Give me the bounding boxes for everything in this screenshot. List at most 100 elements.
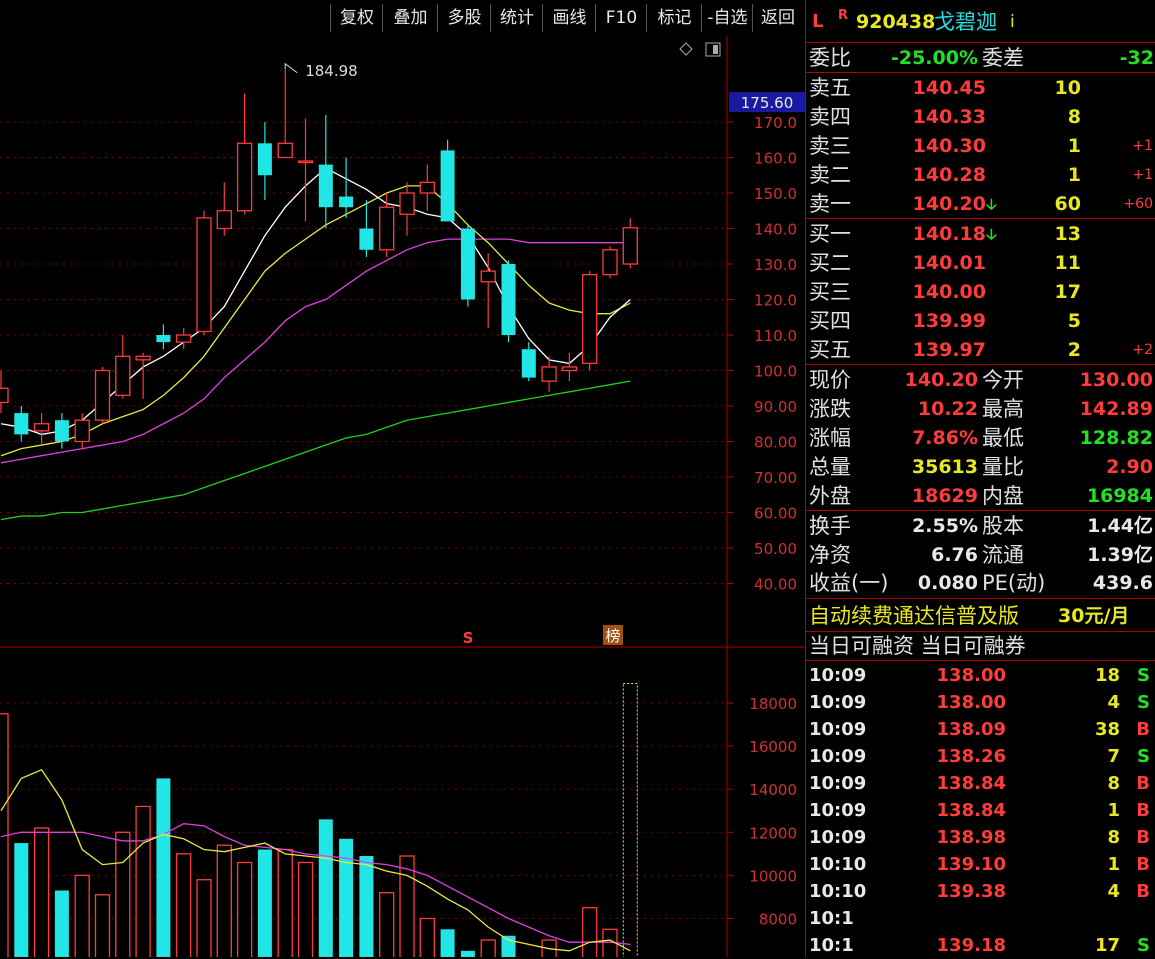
volume-bar[interactable] [196,879,212,957]
volume-bar[interactable] [74,874,90,957]
volume-bar[interactable] [480,939,496,957]
volume-bar[interactable] [94,894,111,957]
weibi-label: 委比 [809,46,851,70]
level-volume: 1 [1067,164,1081,186]
stock-name[interactable]: 戈碧迦 [934,8,997,36]
stat-value: 2.90 [1106,456,1153,478]
tick-time: 10:09 [809,692,867,713]
bid-level-row[interactable]: 买一 140.18 🡣 13 [806,220,1155,248]
candle[interactable] [419,164,435,211]
tick-row: 10:09 138.09 38 B [806,716,1155,743]
candle[interactable] [318,114,333,229]
candle[interactable] [561,352,578,382]
stat-label: 今开 [982,368,1024,392]
candle[interactable] [582,271,598,371]
candle[interactable] [541,356,557,392]
y-tick-label: 18000 [749,695,797,713]
candle[interactable] [196,210,212,335]
volume-bar[interactable] [582,907,598,957]
candle[interactable] [257,122,272,201]
volume-bar[interactable] [339,838,354,957]
toolbar-button[interactable]: 统计 [490,4,543,32]
bid-level-row[interactable]: 买五 139.97 2 +2 [806,336,1155,364]
toolbar-button[interactable]: 标记 [646,4,702,32]
candle[interactable] [216,182,232,236]
fundamental-label: PE(动) [982,571,1046,595]
bid-level-row[interactable]: 买三 140.00 17 [806,278,1155,306]
candle[interactable] [74,413,90,449]
ask-level-row[interactable]: 卖三 140.30 1 +1 [806,132,1155,160]
promo-banner[interactable]: 自动续费通达信普及版 30元/月 [806,601,1155,631]
candle[interactable] [480,253,496,328]
info-icon[interactable]: i [1010,8,1015,36]
volume-bar[interactable] [297,861,314,957]
toolbar-button[interactable]: 叠加 [382,4,438,32]
candle[interactable] [94,366,111,424]
toolbar-button[interactable]: 画线 [542,4,596,32]
candle[interactable] [14,406,29,442]
volume-bar[interactable] [440,929,455,957]
bid-level-row[interactable]: 买四 139.99 5 [806,307,1155,335]
volume-bar[interactable] [156,778,171,957]
candle[interactable] [115,335,131,399]
toolbar-button[interactable]: F10 [595,4,647,32]
volume-bar[interactable] [622,682,638,957]
diamond-icon[interactable] [679,42,693,56]
bid-level-row[interactable]: 买二 140.01 11 [806,249,1155,277]
volume-chart[interactable]: 18000 16000 14000 12000 10000 8000 [0,648,805,957]
ask-level-row[interactable]: 卖五 140.45 10 [806,74,1155,102]
candle[interactable] [156,324,171,350]
candle-body [277,142,293,159]
event-marker-s[interactable]: S [463,629,474,647]
candle[interactable] [297,118,314,222]
candle[interactable] [54,413,69,449]
candle[interactable] [0,370,9,414]
volume-bar[interactable] [359,856,374,957]
toolbar-button[interactable]: -自选 [701,4,753,32]
volume-bar[interactable] [318,819,333,957]
candle-body [460,228,475,300]
candle[interactable] [399,182,415,236]
volume-bar[interactable] [501,935,516,957]
kline-chart[interactable]: 170.0 160.0 150.0 140.0 130.0 120.0 110.0 100.0… [0,36,805,648]
market-prefix: L [812,11,824,32]
toolbar-button[interactable]: 多股 [437,4,491,32]
promo-text: 自动续费通达信普及版 [809,604,1019,628]
candle[interactable] [359,200,374,257]
volume-bar[interactable] [115,831,131,957]
tick-row: 10:09 138.84 8 B [806,770,1155,797]
y-tick-label: 120.0 [754,292,797,310]
volume-bar[interactable] [54,890,69,957]
tick-row: 10:1 [806,905,1155,932]
volume-bar[interactable] [176,853,192,957]
candle[interactable] [602,246,618,279]
ask-level-row[interactable]: 卖四 140.33 8 [806,103,1155,131]
weicha-value: -32 [1119,47,1154,69]
ask-level-row[interactable]: 卖二 140.28 1 +1 [806,161,1155,189]
candle[interactable] [501,260,516,343]
ask-level-row[interactable]: 卖一 140.20 🡣 60 +60 [806,190,1155,218]
volume-bar[interactable] [33,827,50,957]
volume-bar[interactable] [419,917,435,958]
candle[interactable] [460,224,475,307]
candle[interactable] [339,157,354,218]
candle[interactable] [440,139,455,222]
fundamental-value: 1.39亿 [1087,543,1153,566]
candle[interactable] [521,342,536,382]
volume-bar[interactable] [14,843,29,957]
volume-bar[interactable] [257,849,272,957]
toolbar-button[interactable]: 返回 [752,4,803,32]
candle[interactable] [622,218,638,269]
volume-bar[interactable] [135,805,151,957]
volume-bar[interactable] [460,950,475,957]
toolbar-button[interactable]: 复权 [330,4,383,32]
candle[interactable] [236,93,253,215]
candle[interactable] [379,193,395,257]
candle[interactable] [135,352,151,399]
volume-bar[interactable] [216,844,232,957]
candle[interactable] [33,413,50,446]
volume-bar[interactable] [379,891,395,957]
volume-bar[interactable] [236,861,253,957]
candle[interactable] [277,68,293,159]
volume-bar[interactable] [277,848,293,957]
